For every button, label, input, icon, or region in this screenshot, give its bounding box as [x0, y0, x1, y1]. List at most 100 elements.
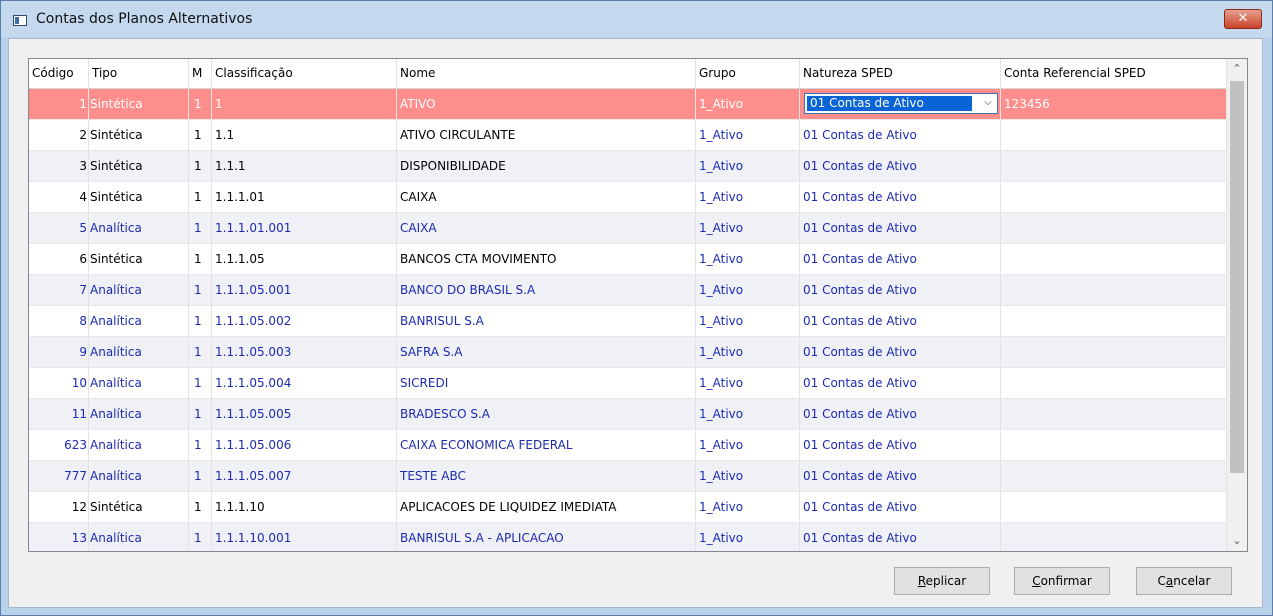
cell-classificacao[interactable]: 1 [212, 89, 397, 120]
cell-classificacao[interactable]: 1.1 [212, 120, 397, 151]
cell-natureza-sped[interactable]: 01 Contas de Ativo [800, 306, 1001, 337]
cell-codigo[interactable]: 10 [29, 368, 89, 399]
cell-natureza-sped[interactable]: 01 Contas de Ativo [800, 244, 1001, 275]
cell-natureza-sped[interactable]: 01 Contas de Ativo [800, 337, 1001, 368]
table-row[interactable]: 4 Sintética 1 1.1.1.01 CAIXA 1_Ativo 01 Contas… [29, 182, 1227, 213]
cell-nome[interactable]: TESTE ABC [397, 461, 696, 492]
cell-nome[interactable]: CAIXA [397, 213, 696, 244]
cell-grupo[interactable]: 1_Ativo [696, 151, 800, 182]
cell-grupo[interactable]: 1_Ativo [696, 182, 800, 213]
cell-codigo[interactable]: 2 [29, 120, 89, 151]
cell-classificacao[interactable]: 1.1.1.05 [212, 244, 397, 275]
cell-conta-referencial[interactable] [1001, 523, 1227, 551]
column-header-m[interactable]: M [189, 59, 212, 88]
cell-nome[interactable]: BANRISUL S.A - APLICACAO [397, 523, 696, 551]
chevron-down-icon[interactable]: ⌵ [981, 96, 995, 111]
cell-natureza-sped[interactable]: 01 Contas de Ativo [800, 213, 1001, 244]
cell-nome[interactable]: APLICACOES DE LIQUIDEZ IMEDIATA [397, 492, 696, 523]
cell-tipo[interactable]: Analítica [89, 523, 189, 551]
cell-grupo[interactable]: 1_Ativo [696, 89, 800, 120]
cancelar-button[interactable]: Cancelar [1136, 567, 1232, 595]
cell-grupo[interactable]: 1_Ativo [696, 492, 800, 523]
cell-m[interactable]: 1 [189, 120, 212, 151]
cell-m[interactable]: 1 [189, 306, 212, 337]
cell-codigo[interactable]: 8 [29, 306, 89, 337]
vertical-scrollbar[interactable]: ⌃ ⌄ [1226, 59, 1247, 551]
table-row[interactable]: 8 Analítica 1 1.1.1.05.002 BANRISUL S.A 1_Ati… [29, 306, 1227, 337]
cell-codigo[interactable]: 1 [29, 89, 89, 120]
cell-grupo[interactable]: 1_Ativo [696, 120, 800, 151]
table-row-selected[interactable]: 1 Sintética 1 1 ATIVO 1_Ativo 01 Contas … [29, 89, 1227, 120]
accounts-grid[interactable]: Código Tipo M Classificação Nome Grupo N… [28, 58, 1248, 552]
natureza-sped-dropdown[interactable]: 01 Contas de Ativo ⌵ [804, 93, 998, 114]
cell-grupo[interactable]: 1_Ativo [696, 213, 800, 244]
cell-m[interactable]: 1 [189, 368, 212, 399]
cell-grupo[interactable]: 1_Ativo [696, 306, 800, 337]
table-row[interactable]: 777 Analítica 1 1.1.1.05.007 TESTE ABC 1_Ativ… [29, 461, 1227, 492]
cell-m[interactable]: 1 [189, 492, 212, 523]
cell-m[interactable]: 1 [189, 337, 212, 368]
cell-conta-referencial[interactable] [1001, 120, 1227, 151]
replicar-button[interactable]: Replicar [894, 567, 990, 595]
cell-classificacao[interactable]: 1.1.1.05.004 [212, 368, 397, 399]
cell-conta-referencial[interactable] [1001, 368, 1227, 399]
cell-conta-referencial[interactable] [1001, 182, 1227, 213]
cell-conta-referencial[interactable] [1001, 492, 1227, 523]
table-row[interactable]: 6 Sintética 1 1.1.1.05 BANCOS CTA MOVIMENTO 1… [29, 244, 1227, 275]
cell-grupo[interactable]: 1_Ativo [696, 368, 800, 399]
confirmar-button[interactable]: Confirmar [1014, 567, 1110, 595]
cell-conta-referencial[interactable] [1001, 337, 1227, 368]
cell-conta-referencial[interactable] [1001, 306, 1227, 337]
title-bar[interactable]: Contas dos Planos Alternativos ✕ [1, 1, 1272, 37]
cell-classificacao[interactable]: 1.1.1.01.001 [212, 213, 397, 244]
cell-natureza-sped[interactable]: 01 Contas de Ativo [800, 120, 1001, 151]
cell-natureza-sped[interactable]: 01 Contas de Ativo [800, 492, 1001, 523]
column-header-nome[interactable]: Nome [397, 59, 696, 88]
cell-codigo[interactable]: 13 [29, 523, 89, 551]
cell-tipo[interactable]: Sintética [89, 492, 189, 523]
column-header-tipo[interactable]: Tipo [89, 59, 189, 88]
cell-grupo[interactable]: 1_Ativo [696, 337, 800, 368]
cell-m[interactable]: 1 [189, 213, 212, 244]
table-row[interactable]: 12 Sintética 1 1.1.1.10 APLICACOES DE LIQUID… [29, 492, 1227, 523]
table-row[interactable]: 13 Analítica 1 1.1.1.10.001 BANRISUL S.A - A… [29, 523, 1227, 551]
cell-m[interactable]: 1 [189, 461, 212, 492]
cell-classificacao[interactable]: 1.1.1.05.002 [212, 306, 397, 337]
cell-grupo[interactable]: 1_Ativo [696, 275, 800, 306]
cell-m[interactable]: 1 [189, 523, 212, 551]
table-row[interactable]: 11 Analítica 1 1.1.1.05.005 BRADESCO S.A 1_At… [29, 399, 1227, 430]
cell-codigo[interactable]: 623 [29, 430, 89, 461]
cell-nome[interactable]: BRADESCO S.A [397, 399, 696, 430]
cell-codigo[interactable]: 3 [29, 151, 89, 182]
cell-natureza-sped[interactable]: 01 Contas de Ativo [800, 275, 1001, 306]
scroll-up-icon[interactable]: ⌃ [1227, 59, 1247, 79]
cell-tipo[interactable]: Analítica [89, 337, 189, 368]
cell-classificacao[interactable]: 1.1.1.10 [212, 492, 397, 523]
cell-conta-referencial[interactable] [1001, 399, 1227, 430]
cell-codigo[interactable]: 12 [29, 492, 89, 523]
cell-conta-referencial[interactable] [1001, 244, 1227, 275]
cell-classificacao[interactable]: 1.1.1.05.003 [212, 337, 397, 368]
cell-nome[interactable]: CAIXA ECONOMICA FEDERAL [397, 430, 696, 461]
cell-natureza-sped[interactable]: 01 Contas de Ativo [800, 368, 1001, 399]
cell-grupo[interactable]: 1_Ativo [696, 461, 800, 492]
cell-nome[interactable]: ATIVO CIRCULANTE [397, 120, 696, 151]
cell-tipo[interactable]: Analítica [89, 399, 189, 430]
cell-classificacao[interactable]: 1.1.1.05.001 [212, 275, 397, 306]
cell-tipo[interactable]: Sintética [89, 244, 189, 275]
close-button[interactable]: ✕ [1224, 9, 1262, 29]
cell-codigo[interactable]: 7 [29, 275, 89, 306]
table-row[interactable]: 10 Analítica 1 1.1.1.05.004 SICREDI 1_Ativo 01… [29, 368, 1227, 399]
cell-classificacao[interactable]: 1.1.1.01 [212, 182, 397, 213]
cell-tipo[interactable]: Analítica [89, 306, 189, 337]
cell-codigo[interactable]: 6 [29, 244, 89, 275]
cell-codigo[interactable]: 11 [29, 399, 89, 430]
cell-grupo[interactable]: 1_Ativo [696, 244, 800, 275]
cell-nome[interactable]: BANCOS CTA MOVIMENTO [397, 244, 696, 275]
column-header-codigo[interactable]: Código [29, 59, 89, 88]
cell-tipo[interactable]: Analítica [89, 368, 189, 399]
cell-conta-referencial[interactable] [1001, 430, 1227, 461]
cell-m[interactable]: 1 [189, 89, 212, 120]
cell-nome[interactable]: BANRISUL S.A [397, 306, 696, 337]
table-row[interactable]: 2 Sintética 1 1.1 ATIVO CIRCULANTE 1_Ativo 01 … [29, 120, 1227, 151]
